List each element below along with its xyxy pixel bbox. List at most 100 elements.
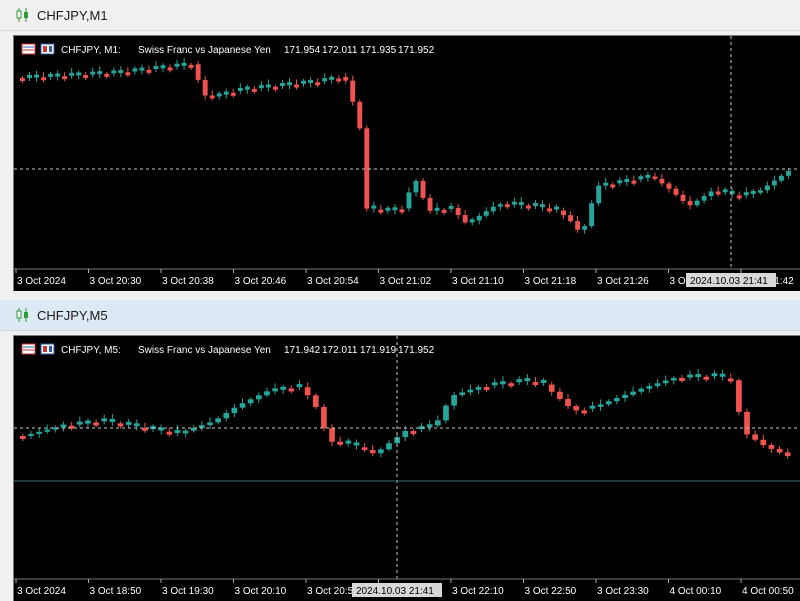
candle	[516, 376, 523, 386]
candle	[500, 376, 506, 389]
candle	[462, 210, 468, 225]
candle	[231, 403, 238, 418]
candle	[60, 421, 67, 432]
candle	[483, 384, 490, 393]
candle	[596, 181, 602, 207]
candle	[475, 385, 482, 394]
candle	[230, 88, 236, 98]
candle	[181, 57, 187, 70]
candle	[638, 386, 645, 395]
candle	[701, 193, 707, 204]
candle	[167, 64, 173, 73]
low-value: 171.919	[360, 345, 397, 356]
candle	[760, 434, 767, 449]
candle	[247, 397, 254, 407]
close-value: 171.952	[398, 345, 435, 356]
candle	[554, 204, 559, 213]
window-border	[0, 35, 13, 290]
trade-panel-icon[interactable]	[40, 343, 55, 355]
chart-area-m1[interactable]: CHFJPY, M1: Swiss Franc vs Japanese Yen 17…	[13, 35, 800, 291]
time-label: 3 Oct 19:30	[162, 586, 214, 597]
candle	[117, 421, 124, 429]
candle	[215, 416, 221, 425]
time-label: 3 Oct 21:02	[380, 276, 432, 287]
candle	[329, 74, 335, 84]
candle	[190, 424, 197, 433]
chart-window-m1[interactable]: CHFJPY,M1 CHFJPY, M1: Swiss Franc vs Japa…	[0, 0, 800, 300]
candle	[524, 374, 531, 386]
candle	[216, 91, 222, 100]
candle	[264, 387, 270, 398]
candle	[715, 186, 721, 197]
time-label: 3 Oct 2024	[17, 586, 66, 597]
candle	[443, 403, 449, 424]
candle	[708, 187, 714, 201]
candle	[68, 421, 75, 431]
candle	[459, 388, 466, 398]
candle	[729, 187, 735, 198]
candle	[581, 407, 588, 416]
window-titlebar-m1[interactable]: CHFJPY,M1	[0, 0, 800, 31]
candle	[624, 175, 630, 187]
candle	[631, 175, 637, 186]
symbol-label: CHFJPY, M5:	[61, 345, 121, 356]
candle	[207, 417, 213, 430]
chart-window-m5[interactable]: CHFJPY,M5 CHFJPY, M5: Swiss Franc vs Japa…	[0, 300, 800, 601]
candle	[55, 70, 61, 81]
candle	[364, 125, 370, 212]
candle	[188, 62, 194, 70]
candle	[133, 419, 140, 431]
time-label: 3 Oct 20:54	[307, 276, 359, 287]
candle	[483, 207, 489, 218]
candle	[703, 374, 710, 382]
close-value: 171.952	[398, 45, 435, 56]
candle	[369, 445, 376, 457]
time-label: 3 Oct 22:50	[525, 586, 577, 597]
crosshair-time-badge: 2024.10.03 21:41	[352, 583, 442, 597]
time-label: 3 Oct 20:46	[235, 276, 287, 287]
chart-menu-icon[interactable]	[21, 343, 36, 355]
trade-panel-icon[interactable]	[40, 43, 55, 55]
candle	[410, 429, 417, 436]
open-value: 171.954	[284, 45, 321, 56]
chart-area-m5[interactable]: CHFJPY, M5: Swiss Franc vs Japanese Yen 17…	[13, 335, 800, 601]
candle	[85, 418, 91, 428]
candle	[406, 187, 412, 212]
candle	[93, 419, 99, 428]
candlestick-icon	[16, 308, 28, 322]
window-title: CHFJPY,M5	[37, 308, 108, 323]
candle	[343, 73, 349, 84]
candle	[160, 63, 166, 73]
window-titlebar-m5[interactable]: CHFJPY,M5	[0, 300, 800, 331]
candle	[630, 386, 636, 397]
candle	[784, 448, 791, 459]
chart-canvas-m5[interactable]: CHFJPY, M5: Swiss Franc vs Japanese Yen 17…	[14, 336, 800, 601]
time-label: 3 Oct 21:18	[525, 276, 577, 287]
candle	[455, 204, 461, 220]
candle	[345, 438, 352, 447]
svg-text:2024.10.03 21:41: 2024.10.03 21:41	[356, 586, 434, 597]
candle	[378, 447, 384, 458]
candle	[589, 401, 596, 412]
candle	[727, 373, 734, 384]
candle	[518, 197, 524, 210]
candle	[785, 168, 791, 179]
candle	[736, 191, 742, 201]
candle	[239, 398, 246, 410]
candle	[195, 61, 201, 83]
chart-menu-icon[interactable]	[21, 43, 36, 55]
candle	[104, 71, 110, 79]
candle	[610, 182, 616, 190]
candle	[511, 197, 517, 208]
candle	[258, 81, 264, 92]
candle	[308, 77, 314, 88]
candle	[301, 78, 307, 87]
candle	[434, 415, 441, 428]
candle	[255, 392, 262, 404]
candle	[575, 216, 581, 233]
candle	[776, 445, 783, 455]
candle	[76, 416, 83, 428]
chart-canvas-m1[interactable]: CHFJPY, M1: Swiss Franc vs Japanese Yen 17…	[14, 36, 800, 291]
candle	[638, 174, 644, 183]
candle	[778, 173, 784, 183]
